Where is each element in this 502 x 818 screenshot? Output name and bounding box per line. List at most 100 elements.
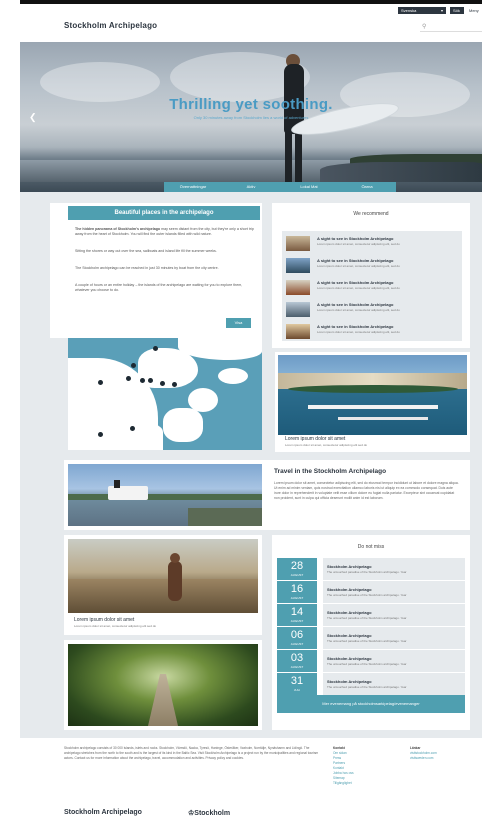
map-pin-icon[interactable] — [148, 378, 153, 383]
map-pin-icon[interactable] — [140, 378, 145, 383]
event-text: The untouched paradise of the Stockholm … — [327, 570, 407, 574]
intro-more-button[interactable]: Visa — [226, 318, 251, 328]
event-day: 14 — [290, 606, 304, 618]
harbor-subcaption: Lorem ipsum dolor sit amet, consectetur … — [285, 443, 368, 447]
recommend-list: A sight to see in Stockholm Archipelago … — [282, 231, 462, 341]
search-icon: ⚲ — [422, 24, 427, 30]
map-island — [163, 408, 203, 442]
recommend-item-text: Lorem ipsum dolor sit amet, consectetur … — [317, 308, 400, 312]
footer-column-contact: Kontakt Om sidan Press Partners Kontakt … — [333, 746, 354, 786]
harbor-caption: Lorem ipsum dolor sit amet — [285, 436, 346, 442]
harbor-boats — [338, 417, 428, 420]
search-button[interactable]: Sök — [450, 7, 464, 14]
recommend-item-text: Lorem ipsum dolor sit amet, consectetur … — [317, 286, 400, 290]
event-month: AUGUST — [290, 642, 304, 646]
all-events-button[interactable]: Mer evenemang på stockholmsarkipelag/eve… — [277, 695, 465, 713]
map-pin-icon[interactable] — [160, 381, 165, 386]
event-info: Stockholm Archipelago The untouched parad… — [323, 627, 465, 649]
event-info: Stockholm Archipelago The untouched parad… — [323, 558, 465, 580]
event-item[interactable]: 06 AUGUST Stockholm Archipelago The untouc… — [277, 627, 465, 649]
recommend-item[interactable]: A sight to see in Stockholm Archipelago … — [286, 321, 460, 341]
intro-heading: Beautiful places in the archipelago — [68, 206, 260, 220]
recommend-thumbnail — [286, 236, 310, 251]
event-title: Stockholm Archipelago — [327, 564, 372, 569]
map-pin-icon[interactable] — [153, 346, 158, 351]
map-island — [218, 368, 248, 384]
event-month: AUGUST — [290, 619, 304, 623]
map-pin-icon[interactable] — [98, 380, 103, 385]
map-land — [108, 423, 163, 450]
language-select[interactable]: Svenska ▾ — [398, 7, 446, 14]
event-month: AUGUST — [290, 596, 304, 600]
chevron-left-icon[interactable]: ❮ — [29, 112, 37, 123]
site-header: Stockholm Archipelago Svenska ▾ Sök Meny… — [20, 4, 482, 42]
event-month: AUGUST — [290, 573, 304, 577]
map-pin-icon[interactable] — [130, 426, 135, 431]
footer-logo-text: Stockholm — [194, 810, 231, 817]
recommend-thumbnail — [286, 302, 310, 317]
search-input[interactable]: ⚲ — [420, 22, 482, 32]
map-pin-icon[interactable] — [172, 382, 177, 387]
boy-figure — [168, 561, 182, 601]
recommend-item[interactable]: A sight to see in Stockholm Archipelago … — [286, 277, 460, 297]
recommend-item-text: Lorem ipsum dolor sit amet, consectetur … — [317, 264, 400, 268]
footer-logo-stockholm[interactable]: ♔Stockholm — [188, 809, 230, 817]
surfer-leg — [285, 132, 292, 182]
boy-beach — [68, 579, 258, 613]
chevron-down-icon: ▾ — [440, 8, 443, 13]
event-day: 28 — [290, 560, 304, 572]
footer-logo-archipelago[interactable]: Stockholm Archipelago — [64, 809, 142, 816]
event-title: Stockholm Archipelago — [327, 587, 372, 592]
event-title: Stockholm Archipelago — [327, 610, 372, 615]
nav-item-overnattningar[interactable]: Övernattningar — [164, 182, 222, 192]
map-pin-icon[interactable] — [131, 363, 136, 368]
travel-image[interactable] — [68, 464, 262, 526]
menu-button[interactable]: Meny — [466, 7, 482, 14]
intro-paragraph: The Stockholm archipelago can be reached… — [75, 266, 219, 270]
map-pin-icon[interactable] — [98, 432, 103, 437]
hero-rocks — [320, 162, 482, 182]
event-item[interactable]: 28 AUGUST Stockholm Archipelago The untouc… — [277, 558, 465, 580]
event-item[interactable]: 31 JULI Stockholm Archipelago The untouche… — [277, 673, 465, 695]
recommend-heading: We recommend — [353, 211, 389, 217]
event-text: The untouched paradise of the Stockholm … — [327, 616, 407, 620]
forest-image — [68, 644, 258, 726]
event-item[interactable]: 16 AUGUST Stockholm Archipelago The untouc… — [277, 581, 465, 603]
map-pin-icon[interactable] — [126, 376, 131, 381]
do-not-miss-heading: Do not miss — [357, 544, 385, 550]
footer-link[interactable]: Tillgänglighet — [333, 781, 354, 786]
recommend-item[interactable]: A sight to see in Stockholm Archipelago … — [286, 255, 460, 275]
boy-card[interactable]: Lorem ipsum dolor sit amet Lorem ipsum d… — [64, 535, 262, 635]
recommend-item[interactable]: A sight to see in Stockholm Archipelago … — [286, 233, 460, 253]
event-day: 03 — [290, 652, 304, 664]
event-title: Stockholm Archipelago — [327, 633, 372, 638]
harbor-image — [278, 355, 467, 435]
intro-paragraph: A couple of hours or an entire holiday –… — [75, 283, 243, 292]
nav-item-lokal-mat[interactable]: Lokal Mat — [280, 182, 338, 192]
forest-card[interactable] — [64, 640, 262, 730]
main-nav: Övernattningar Aktiv Lokal Mat Öarna — [20, 182, 482, 192]
event-item[interactable]: 03 AUGUST Stockholm Archipelago The untouc… — [277, 650, 465, 672]
nav-item-oarna[interactable]: Öarna — [338, 182, 396, 192]
recommend-item-title: A sight to see in Stockholm Archipelago — [317, 258, 394, 263]
boy-image — [68, 539, 258, 613]
footer-link[interactable]: visitsweden.com — [410, 756, 437, 761]
recommend-item-title: A sight to see in Stockholm Archipelago — [317, 302, 394, 307]
intro-paragraph: Sitting the shores or way out over the s… — [75, 249, 217, 253]
hero-banner: Thrilling yet soothing. Only 30 minutes … — [20, 42, 482, 192]
intro-paragraph: The hidden panorama of Stockholm's archi… — [75, 227, 255, 237]
event-text: The untouched paradise of the Stockholm … — [327, 685, 407, 689]
travel-text: Lorem ipsum dolor sit amet, consectetur … — [274, 481, 459, 500]
site-logo[interactable]: Stockholm Archipelago — [64, 21, 157, 30]
event-item[interactable]: 14 AUGUST Stockholm Archipelago The untouc… — [277, 604, 465, 626]
travel-shore — [68, 494, 262, 500]
event-info: Stockholm Archipelago The untouched parad… — [323, 604, 465, 626]
event-date: 03 AUGUST — [277, 650, 317, 672]
recommend-item[interactable]: A sight to see in Stockholm Archipelago … — [286, 299, 460, 319]
event-date: 31 JULI — [277, 673, 317, 695]
event-info: Stockholm Archipelago The untouched parad… — [323, 581, 465, 603]
harbor-card[interactable]: Lorem ipsum dolor sit amet Lorem ipsum d… — [275, 352, 470, 452]
archipelago-map[interactable] — [68, 338, 262, 450]
nav-item-aktiv[interactable]: Aktiv — [222, 182, 280, 192]
event-text: The untouched paradise of the Stockholm … — [327, 662, 407, 666]
